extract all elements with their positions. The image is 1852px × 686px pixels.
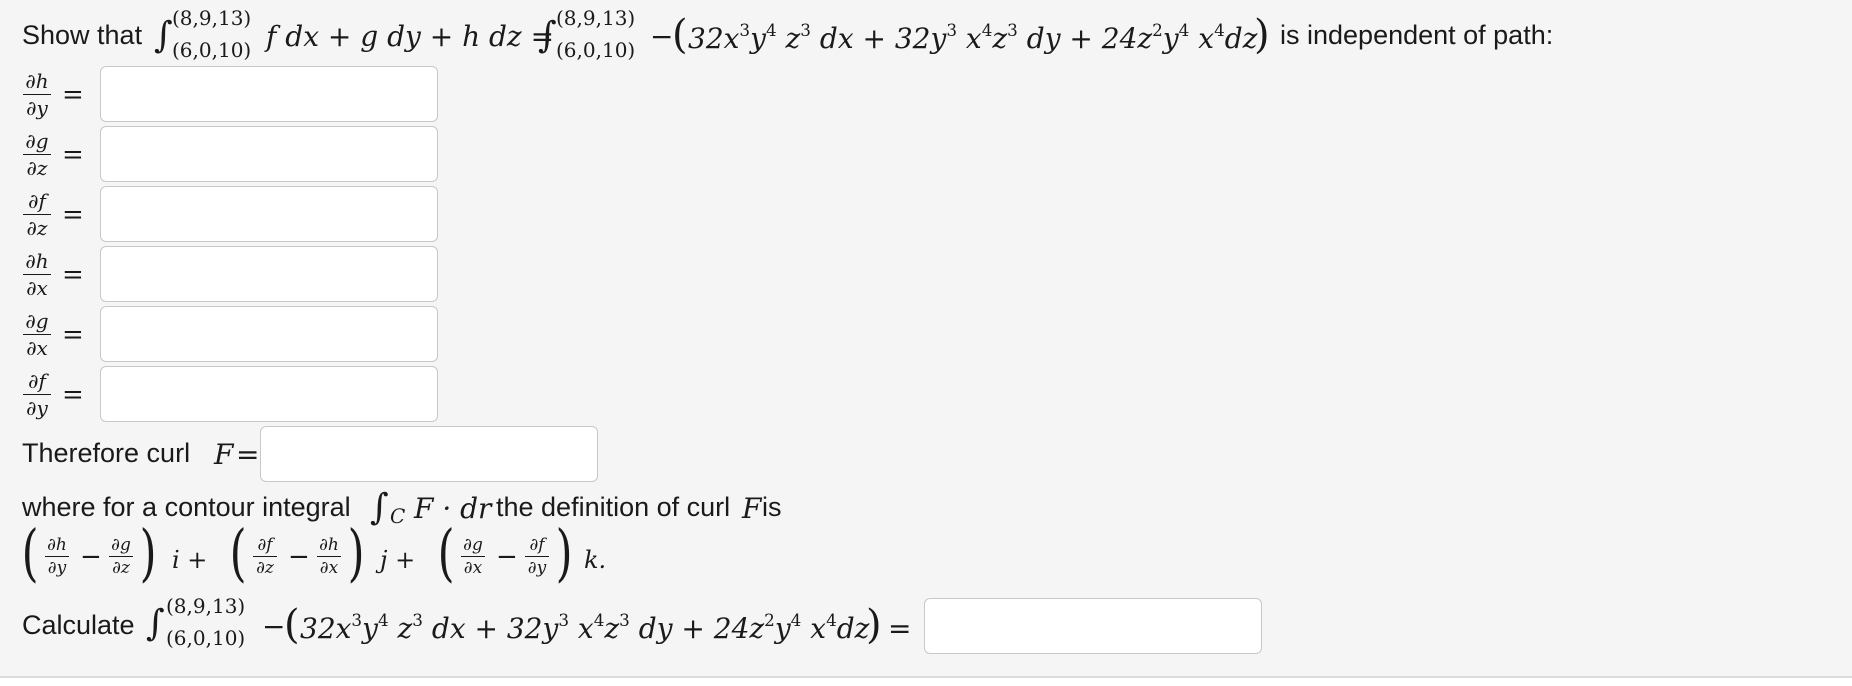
calculate-input[interactable] <box>924 598 1262 654</box>
integral-sign-2: ∫ <box>538 15 557 56</box>
close-paren: ) <box>139 516 157 589</box>
partial-f-y-input[interactable] <box>100 366 438 422</box>
equals-sign: = <box>62 320 84 350</box>
upper-limit: (8,9,13) <box>172 6 252 30</box>
lower-limit-3: (6,0,10) <box>166 626 246 650</box>
rhs-expression: 32x3y4 z3 dx + 32y3 x4z3 dy + 24z2y4 x4d… <box>688 20 1258 55</box>
therefore-curl-text: Therefore curl <box>22 438 191 468</box>
equals-sign: = <box>62 260 84 290</box>
show-that-text: Show that <box>22 20 143 50</box>
lhs-integrand: f dx + g dy + h dz = <box>266 20 555 53</box>
definition-is: is <box>762 492 782 522</box>
rhs-close-paren: ) <box>1254 12 1270 58</box>
definition-curl-text: the definition of curl <box>496 492 731 522</box>
partial-g-x-label: ∂g ∂x <box>22 310 52 359</box>
equals-sign: = <box>62 380 84 410</box>
partial-f-z-label: ∂f ∂z <box>22 190 52 239</box>
unit-i: i + <box>172 546 208 574</box>
upper-limit-3: (8,9,13) <box>166 594 246 618</box>
question-panel: Show that ∫ (8,9,13) (6,0,10) f dx + g d… <box>0 0 1852 678</box>
equals-sign: = <box>62 80 84 110</box>
contour-integral-sign: ∫ <box>370 487 389 528</box>
independent-text: is independent of path: <box>1280 20 1554 50</box>
unit-k: k. <box>584 546 607 574</box>
minus-sign: − <box>288 542 310 572</box>
integral-sign-3: ∫ <box>146 603 165 644</box>
lower-limit-2: (6,0,10) <box>556 38 636 62</box>
curl-equals: = <box>236 438 260 471</box>
partial-h-x-input[interactable] <box>100 246 438 302</box>
partial-g-z-label: ∂g ∂z <box>22 130 52 179</box>
partial-f-y-fraction: ∂f ∂y <box>524 536 550 577</box>
calc-open-paren: ( <box>284 602 300 648</box>
partial-g-x-fraction: ∂g ∂x <box>460 536 486 577</box>
partial-f-y-label: ∂f ∂y <box>22 370 52 419</box>
curl-f-symbol: F <box>214 438 234 471</box>
open-paren: ( <box>437 516 455 589</box>
open-paren: ( <box>229 516 247 589</box>
open-paren: ( <box>21 516 39 589</box>
partial-h-y-fraction: ∂h ∂y <box>44 536 70 577</box>
lower-limit: (6,0,10) <box>172 38 252 62</box>
partial-h-y-input[interactable] <box>100 66 438 122</box>
close-paren: ) <box>347 516 365 589</box>
minus-sign: − <box>80 542 102 572</box>
calculate-text: Calculate <box>22 610 135 640</box>
unit-j: j + <box>380 546 416 574</box>
rhs-minus: − <box>650 20 674 53</box>
curl-f-input[interactable] <box>260 426 598 482</box>
integral-sign: ∫ <box>154 15 173 56</box>
equals-sign: = <box>62 200 84 230</box>
equals-sign: = <box>62 140 84 170</box>
rhs-open-paren: ( <box>672 12 688 58</box>
partial-g-z-input[interactable] <box>100 126 438 182</box>
contour-subscript: C <box>390 504 406 528</box>
minus-sign: − <box>496 542 518 572</box>
calc-close-paren: ) <box>866 602 882 648</box>
partial-g-z-fraction: ∂g ∂z <box>108 536 134 577</box>
partial-h-x-label: ∂h ∂x <box>22 250 52 299</box>
partial-g-x-input[interactable] <box>100 306 438 362</box>
upper-limit-2: (8,9,13) <box>556 6 636 30</box>
calc-expression: 32x3y4 z3 dx + 32y3 x4z3 dy + 24z2y4 x4d… <box>300 610 870 645</box>
partial-f-z-input[interactable] <box>100 186 438 242</box>
calc-equals: = <box>888 612 912 645</box>
partial-h-y-label: ∂h ∂y <box>22 70 52 119</box>
definition-text: where for a contour integral <box>22 492 351 522</box>
calc-minus: − <box>262 610 286 643</box>
close-paren: ) <box>555 516 573 589</box>
partial-h-x-fraction: ∂h ∂x <box>316 536 342 577</box>
partial-f-z-fraction: ∂f ∂z <box>252 536 278 577</box>
definition-f-symbol: F <box>742 492 762 525</box>
